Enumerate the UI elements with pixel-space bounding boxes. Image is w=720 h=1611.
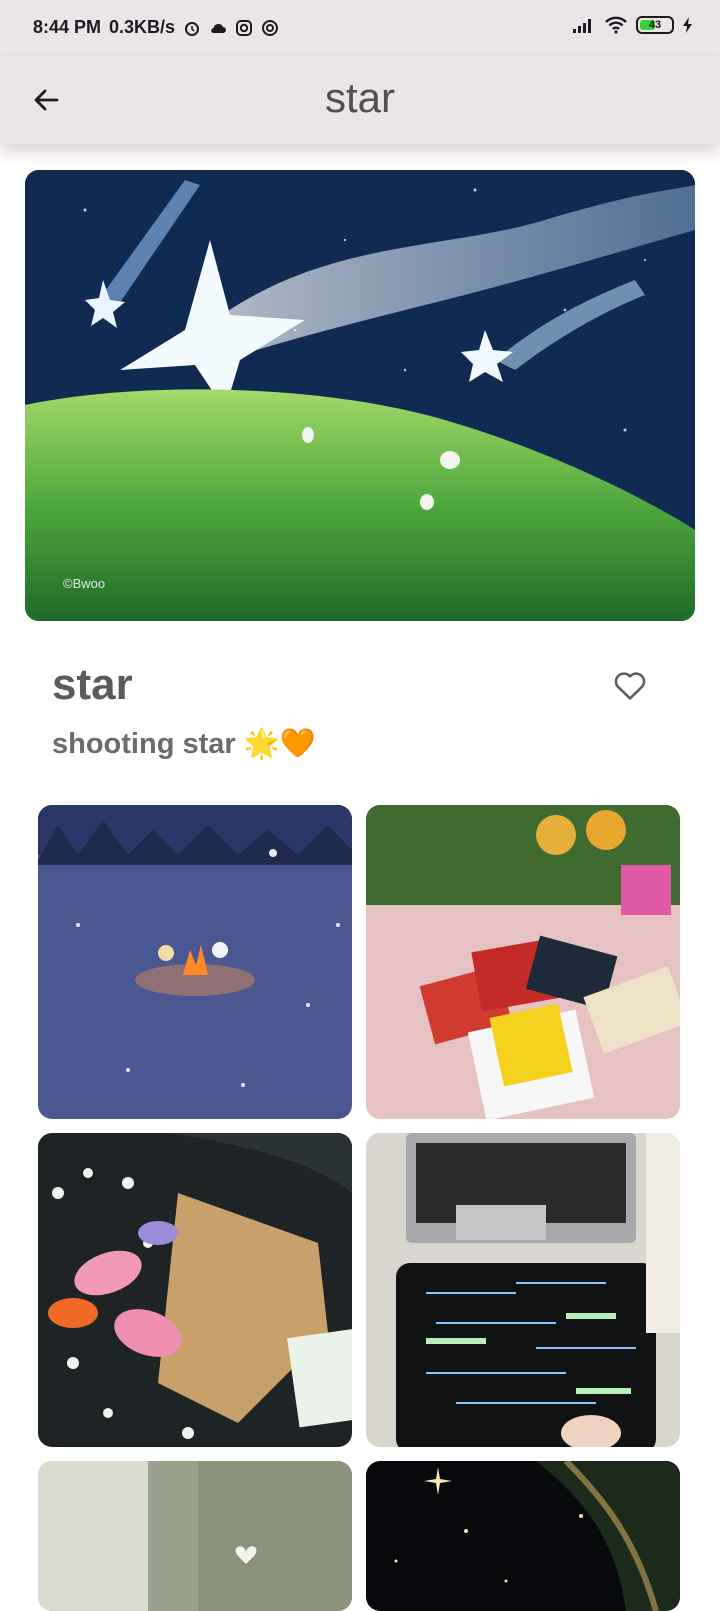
starry-sky-photo [366,1461,680,1611]
related-pin-5[interactable] [38,1461,352,1611]
like-button[interactable] [611,666,649,704]
wifi-icon [605,16,627,34]
heart-outline-icon [614,672,646,700]
flower-bouquet-photo [38,1133,352,1447]
related-pin-6[interactable] [366,1461,680,1611]
campfire-snow-illustration [38,805,352,1119]
pin-image[interactable]: ©Bwoo [25,170,695,621]
instagram-icon [236,19,253,36]
laptop-tablet-notes-photo [366,1133,680,1447]
related-pin-4[interactable] [366,1133,680,1447]
status-bar: 8:44 PM 0.3KB/s 43 [0,0,720,56]
cloud-icon [211,23,227,33]
network-speed: 0.3KB/s [109,17,176,37]
signal-icon [573,19,591,33]
related-pin-3[interactable] [38,1133,352,1447]
related-pin-2[interactable] [366,805,680,1119]
related-pin-1[interactable] [38,805,352,1119]
app-bar: star [0,56,720,144]
window-curtain-photo [38,1461,352,1611]
image-credit: ©Bwoo [63,576,106,591]
alarm-icon [185,21,200,36]
status-bar-left: 8:44 PM 0.3KB/s [33,17,279,38]
battery-icon: 43 [636,16,674,34]
status-time: 8:44 PM [33,17,102,37]
page-title: star [324,74,395,121]
shooting-star-illustration [25,170,695,621]
circle-slash-icon [262,19,279,36]
pin-title: star [52,660,133,709]
battery-level: 43 [648,19,662,31]
charging-bolt-icon [683,17,692,33]
pin-description: shooting star 🌟🧡 [52,728,316,760]
status-bar-right: 43 [572,16,694,34]
picnic-games-photo [366,805,680,1119]
